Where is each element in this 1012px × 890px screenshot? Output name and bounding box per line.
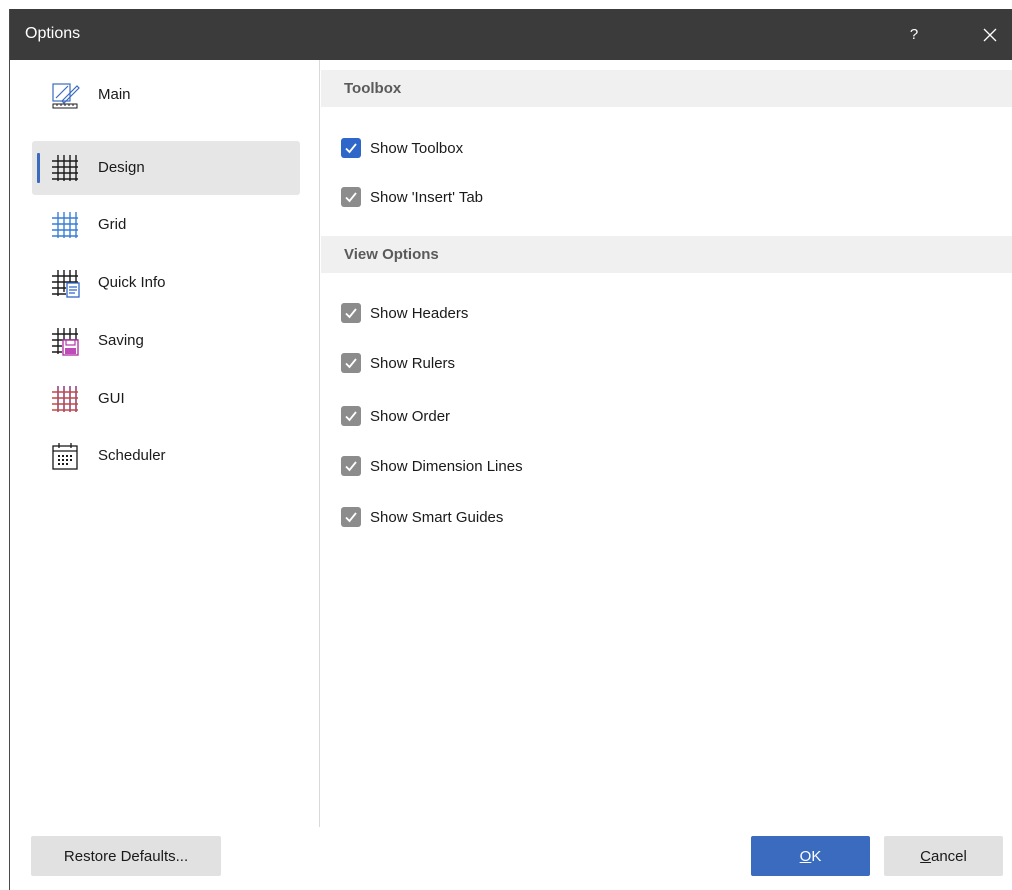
- checkmark-icon: [345, 143, 357, 154]
- sidebar-item-design[interactable]: Design: [32, 141, 300, 195]
- button-label: Restore Defaults...: [63, 847, 189, 865]
- grid-blue-icon: [50, 210, 80, 240]
- sidebar-item-scheduler[interactable]: Scheduler: [32, 429, 300, 483]
- selection-indicator: [37, 153, 40, 183]
- checkbox-show-headers[interactable]: Show Headers: [341, 298, 468, 328]
- restore-defaults-button[interactable]: Restore Defaults...: [31, 836, 221, 876]
- checkbox-label: Show Headers: [370, 304, 469, 322]
- checkbox-checked[interactable]: [341, 456, 361, 476]
- checkbox-show-toolbox[interactable]: Show Toolbox: [341, 133, 463, 163]
- checkmark-icon: [345, 192, 357, 203]
- sidebar-item-grid[interactable]: Grid: [32, 198, 300, 252]
- checkmark-icon: [345, 461, 357, 472]
- ruler-pencil-icon: [50, 80, 80, 110]
- checkbox-label: Show Smart Guides: [370, 508, 504, 526]
- checkbox-checked[interactable]: [341, 353, 361, 373]
- calendar-icon: [50, 441, 80, 471]
- sidebar-item-gui[interactable]: GUI: [32, 372, 300, 426]
- dialog-title: Options: [25, 25, 81, 42]
- checkbox-show-rulers[interactable]: Show Rulers: [341, 348, 455, 378]
- sidebar-item-label: GUI: [98, 390, 125, 407]
- section-title: View Options: [344, 246, 439, 263]
- grid-red-icon: [50, 384, 80, 414]
- checkbox-show-insert-tab[interactable]: Show 'Insert' Tab: [341, 182, 483, 212]
- grid-save-icon: [50, 326, 80, 356]
- ok-button[interactable]: OK: [751, 836, 870, 876]
- help-button[interactable]: ?: [894, 9, 934, 60]
- sidebar-item-label: Quick Info: [98, 274, 166, 291]
- section-header-toolbox: Toolbox: [321, 70, 1012, 107]
- checkbox-checked[interactable]: [341, 406, 361, 426]
- category-sidebar: Main Design Grid Quick Info Saving GUI S…: [10, 60, 320, 827]
- button-label: OK: [799, 847, 822, 865]
- close-button[interactable]: [966, 9, 1012, 60]
- checkmark-icon: [345, 308, 357, 319]
- checkbox-label: Show Order: [370, 407, 451, 425]
- checkmark-icon: [345, 358, 357, 369]
- checkbox-checked[interactable]: [341, 187, 361, 207]
- sidebar-item-quick-info[interactable]: Quick Info: [32, 256, 300, 310]
- sidebar-item-label: Grid: [98, 216, 127, 233]
- cancel-button[interactable]: Cancel: [884, 836, 1003, 876]
- sidebar-item-label: Saving: [98, 332, 144, 349]
- grid-info-icon: [50, 268, 80, 298]
- sidebar-item-label: Design: [98, 159, 145, 176]
- checkmark-icon: [345, 411, 357, 422]
- checkbox-show-smart-guides[interactable]: Show Smart Guides: [341, 502, 503, 532]
- checkbox-label: Show Toolbox: [370, 139, 464, 157]
- section-header-view-options: View Options: [321, 236, 1012, 273]
- grid-dark-icon: [50, 153, 80, 183]
- sidebar-item-main[interactable]: Main: [32, 68, 300, 122]
- checkbox-label: Show Rulers: [370, 354, 456, 372]
- settings-panel: Toolbox Show Toolbox Show 'Insert' Tab V…: [321, 60, 1012, 827]
- sidebar-item-saving[interactable]: Saving: [32, 314, 300, 368]
- checkbox-checked[interactable]: [341, 507, 361, 527]
- close-icon: [983, 28, 996, 41]
- checkbox-checked[interactable]: [341, 138, 361, 158]
- sidebar-item-label: Scheduler: [98, 447, 166, 464]
- options-dialog: Options ? Main Design Grid Quick Info Sa…: [9, 9, 1012, 890]
- checkbox-checked[interactable]: [341, 303, 361, 323]
- checkbox-label: Show 'Insert' Tab: [370, 188, 484, 206]
- title-bar: Options ?: [10, 9, 1012, 60]
- sidebar-item-label: Main: [98, 86, 131, 103]
- checkbox-show-order[interactable]: Show Order: [341, 401, 450, 431]
- checkbox-label: Show Dimension Lines: [370, 457, 523, 475]
- checkmark-icon: [345, 512, 357, 523]
- checkbox-show-dimension-lines[interactable]: Show Dimension Lines: [341, 451, 523, 481]
- button-label: Cancel: [920, 847, 967, 865]
- section-title: Toolbox: [344, 80, 402, 97]
